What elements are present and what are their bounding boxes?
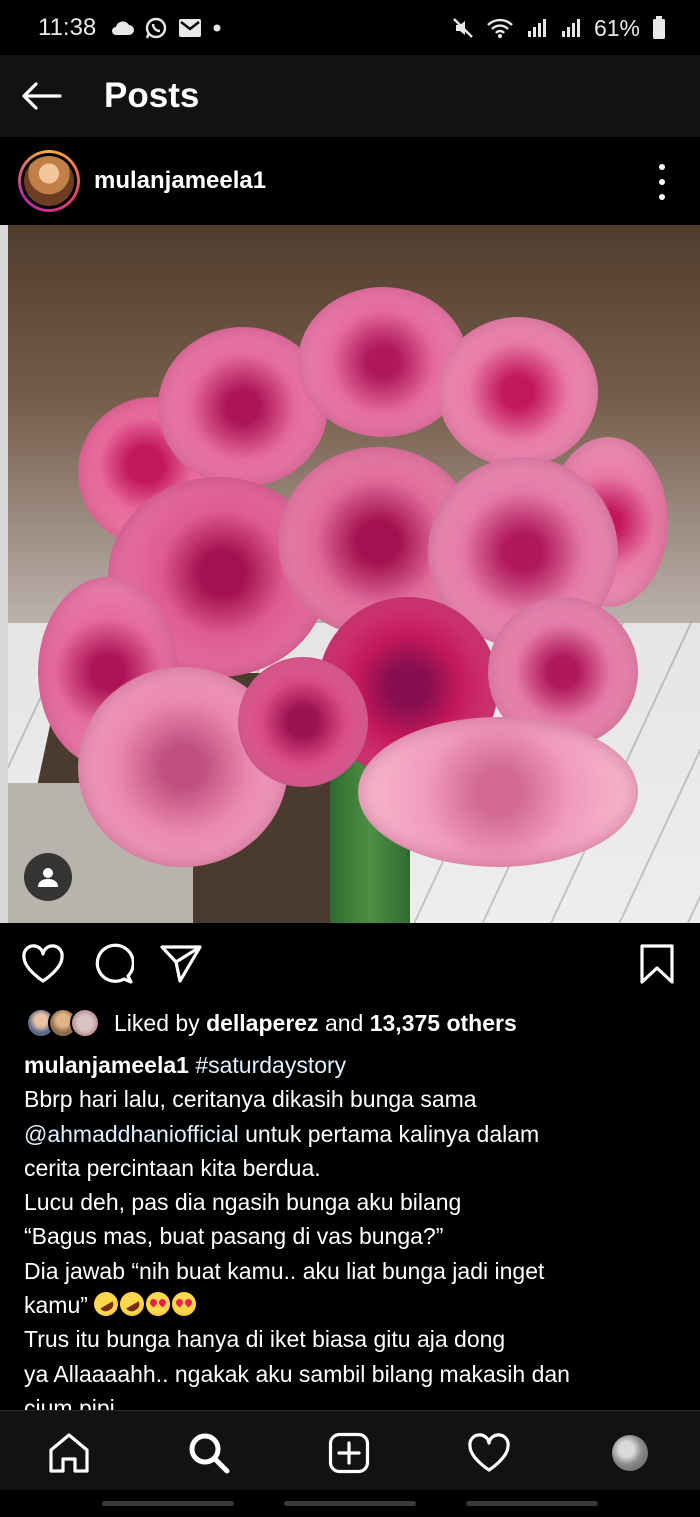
nav-new-post[interactable] — [325, 1429, 373, 1477]
post-author-avatar[interactable] — [18, 150, 80, 212]
liked-by-username[interactable]: dellaperez — [206, 1010, 319, 1036]
home-gesture[interactable] — [284, 1501, 416, 1506]
caption-line: ya Allaaaahh.. ngakak aku sambil bilang … — [24, 1360, 570, 1387]
status-notification-icons — [110, 14, 222, 42]
caption-line: Lucu deh, pas dia ngasih bunga aku bilan… — [24, 1189, 462, 1216]
nav-profile[interactable] — [606, 1429, 654, 1477]
caption-username[interactable]: mulanjameela1 — [24, 1052, 189, 1078]
post-image[interactable] — [0, 225, 700, 923]
caption-line: cerita percintaan kita berdua. — [24, 1154, 321, 1181]
caption-hashtag[interactable]: #saturdaystory — [195, 1052, 346, 1078]
more-vertical-icon — [659, 164, 665, 170]
likes-count[interactable]: 13,375 others — [370, 1010, 517, 1036]
status-system-icons: 61% — [452, 14, 666, 42]
nav-activity[interactable] — [465, 1429, 513, 1477]
arrow-left-icon — [22, 82, 62, 110]
bottom-navigation — [0, 1410, 700, 1490]
comment-button[interactable] — [90, 941, 136, 987]
caption-mention[interactable]: @ahmaddhaniofficial — [24, 1121, 239, 1147]
tagged-people-button[interactable] — [24, 853, 72, 901]
heart-eyes-emoji-icon — [172, 1292, 197, 1317]
nav-home[interactable] — [45, 1429, 93, 1477]
likes-summary[interactable]: Liked by dellaperez and 13,375 others — [26, 1005, 517, 1041]
person-icon — [38, 868, 58, 887]
dot-icon — [213, 24, 221, 32]
caption-line: “Bagus mas, buat pasang di vas bunga?” — [24, 1223, 444, 1250]
share-icon — [160, 945, 202, 983]
caption-line: Trus itu bunga hanya di iket biasa gitu … — [24, 1326, 506, 1353]
post-username[interactable]: mulanjameela1 — [94, 167, 266, 195]
signal-icon — [527, 19, 546, 37]
heart-eyes-emoji-icon — [146, 1292, 171, 1317]
status-bar: 11:38 61% — [0, 0, 700, 55]
post-actions — [0, 923, 700, 1005]
system-gesture-bar — [0, 1490, 700, 1517]
status-time: 11:38 — [38, 14, 97, 41]
liker-avatar — [70, 1008, 100, 1038]
page-title: Posts — [104, 76, 200, 115]
rofl-emoji-icon — [89, 1287, 123, 1321]
nav-search[interactable] — [185, 1429, 233, 1477]
mute-icon — [453, 18, 473, 38]
activity-heart-icon — [468, 1433, 510, 1472]
save-button[interactable] — [634, 941, 680, 987]
app-bar: Posts — [0, 55, 700, 137]
share-button[interactable] — [158, 941, 204, 987]
mail-icon — [179, 19, 201, 37]
whatsapp-icon — [145, 17, 167, 39]
like-button[interactable] — [20, 941, 66, 987]
likes-text: Liked by dellaperez and 13,375 others — [114, 1009, 517, 1036]
more-options-button[interactable] — [652, 164, 672, 200]
home-icon — [49, 1433, 89, 1473]
battery-percent: 61% — [593, 14, 640, 41]
rofl-emoji-icon — [115, 1287, 149, 1321]
recents-gesture[interactable] — [102, 1501, 234, 1506]
back-gesture[interactable] — [466, 1501, 598, 1506]
wifi-icon — [487, 18, 513, 38]
roses-bouquet — [38, 277, 668, 877]
comment-icon — [95, 943, 134, 984]
caption-line: untuk pertama kalinya dalam — [238, 1120, 540, 1147]
post-caption: mulanjameela1 #saturdaystory Bbrp hari l… — [24, 1048, 664, 1410]
profile-avatar — [612, 1435, 648, 1471]
add-post-icon — [328, 1432, 370, 1474]
back-button[interactable] — [18, 75, 64, 117]
heart-icon — [22, 944, 64, 983]
post-header: mulanjameela1 — [0, 137, 700, 225]
bookmark-icon — [640, 944, 674, 984]
signal-icon — [561, 19, 580, 37]
caption-line: kamu” — [24, 1292, 88, 1319]
search-icon — [189, 1433, 230, 1474]
battery-icon — [653, 16, 665, 39]
cloud-icon — [112, 21, 134, 35]
caption-line: cium pipi — [24, 1394, 115, 1410]
caption-line: Bbrp hari lalu, ceritanya dikasih bunga … — [24, 1086, 477, 1113]
caption-line: Dia jawab “nih buat kamu.. aku liat bung… — [24, 1257, 545, 1284]
